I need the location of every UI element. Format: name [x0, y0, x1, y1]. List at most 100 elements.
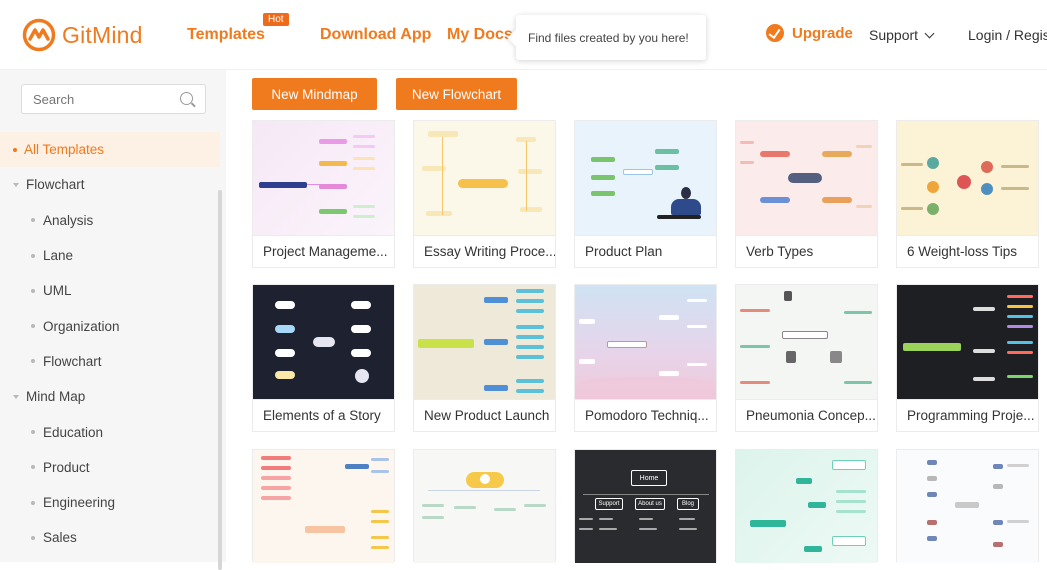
- template-title: Essay Writing Proce...: [414, 235, 555, 267]
- sidebar-item-label: Analysis: [43, 212, 94, 228]
- gitmind-logo-icon: [22, 18, 56, 52]
- template-card[interactable]: [413, 449, 556, 563]
- bullet-icon: [31, 430, 35, 435]
- template-card[interactable]: Verb Types: [735, 120, 878, 268]
- upgrade-label: Upgrade: [792, 24, 853, 42]
- bullet-icon: [31, 500, 35, 505]
- template-thumbnail: [897, 121, 1038, 235]
- template-card[interactable]: Elements of a Story: [252, 284, 395, 432]
- sidebar-item-organization[interactable]: Organization: [0, 308, 220, 343]
- template-card[interactable]: 6 Weight-loss Tips: [896, 120, 1039, 268]
- gitmind-logo[interactable]: GitMind: [22, 18, 143, 52]
- template-title: Project Manageme...: [253, 235, 394, 267]
- sidebar-item-all-templates[interactable]: All Templates: [0, 132, 220, 168]
- sidebar-item-label: Organization: [43, 318, 120, 334]
- sidebar-item-flowchart-group[interactable]: Flowchart: [0, 167, 220, 202]
- sidebar-item-label: Flowchart: [26, 177, 85, 193]
- category-tree: All Templates Flowchart Analysis Lane UM…: [0, 132, 220, 556]
- support-label: Support: [869, 27, 919, 43]
- template-card[interactable]: Essay Writing Proce...: [413, 120, 556, 268]
- bullet-icon: [31, 465, 35, 470]
- template-thumbnail: Home Support About us Blog: [575, 450, 716, 563]
- template-card[interactable]: Pomodoro Techniq...: [574, 284, 717, 432]
- login-register-link[interactable]: Login / Registe: [968, 27, 1047, 43]
- search-icon[interactable]: [180, 92, 193, 105]
- template-card[interactable]: New Product Launch: [413, 284, 556, 432]
- bullet-icon: [31, 288, 35, 293]
- nav-my-docs[interactable]: My Docs: [447, 26, 513, 44]
- chevron-down-icon: [924, 28, 935, 38]
- search-input[interactable]: [33, 85, 183, 113]
- template-card[interactable]: Pneumonia Concep...: [735, 284, 878, 432]
- thumb-blog-node: Blog: [677, 498, 699, 510]
- new-mindmap-label: New Mindmap: [271, 86, 358, 102]
- sidebar-item-label: Mind Map: [26, 389, 86, 405]
- sidebar-item-flowchart[interactable]: Flowchart: [0, 344, 220, 379]
- sidebar-item-engineering[interactable]: Engineering: [0, 485, 220, 520]
- new-mindmap-button[interactable]: New Mindmap: [252, 78, 377, 110]
- template-thumbnail: [253, 450, 394, 563]
- new-flowchart-button[interactable]: New Flowchart: [396, 78, 517, 110]
- template-card[interactable]: Home Support About us Blog: [574, 449, 717, 563]
- bullet-icon: [31, 253, 35, 258]
- tooltip-text: Find files created by you here!: [528, 30, 689, 45]
- thumb-home-node: Home: [631, 470, 667, 486]
- template-card[interactable]: [252, 449, 395, 563]
- sidebar-item-education[interactable]: Education: [0, 414, 220, 449]
- template-title: Elements of a Story: [253, 399, 394, 431]
- sidebar-item-uml[interactable]: UML: [0, 273, 220, 308]
- sidebar-item-label: Engineering: [43, 495, 116, 511]
- sidebar: All Templates Flowchart Analysis Lane UM…: [0, 70, 226, 570]
- template-thumbnail: [253, 285, 394, 399]
- template-title: Verb Types: [736, 235, 877, 267]
- sidebar-item-mind-map-group[interactable]: Mind Map: [0, 379, 220, 414]
- bullet-icon: [31, 359, 35, 364]
- template-title: Pneumonia Concep...: [736, 399, 877, 431]
- bullet-icon: [31, 535, 35, 540]
- top-header: GitMind Templates Hot Download App My Do…: [0, 0, 1047, 70]
- search-box[interactable]: [21, 84, 206, 114]
- bullet-icon: [13, 147, 17, 152]
- new-flowchart-label: New Flowchart: [411, 86, 502, 102]
- template-thumbnail: [414, 285, 555, 399]
- template-thumbnail: [736, 450, 877, 563]
- template-title: Product Plan: [575, 235, 716, 267]
- sidebar-scrollbar[interactable]: [218, 190, 222, 570]
- sidebar-item-label: All Templates: [24, 142, 105, 158]
- caret-down-icon: [13, 394, 19, 399]
- bullet-icon: [31, 218, 35, 223]
- my-docs-tooltip: Find files created by you here!: [516, 15, 706, 60]
- caret-down-icon: [13, 182, 19, 187]
- template-card[interactable]: [896, 449, 1039, 563]
- sidebar-item-label: Product: [43, 459, 90, 475]
- upgrade-check-icon: [766, 24, 784, 42]
- sidebar-item-label: Education: [43, 424, 104, 440]
- template-thumbnail: [414, 121, 555, 235]
- template-thumbnail: [736, 285, 877, 399]
- template-thumbnail: [253, 121, 394, 235]
- template-card[interactable]: Product Plan: [574, 120, 717, 268]
- support-menu[interactable]: Support: [869, 27, 935, 43]
- template-title: New Product Launch: [414, 399, 555, 431]
- template-title: Programming Proje...: [897, 399, 1038, 431]
- sidebar-item-analysis[interactable]: Analysis: [0, 203, 220, 238]
- sidebar-item-label: Sales: [43, 530, 77, 546]
- template-card[interactable]: [735, 449, 878, 563]
- sidebar-item-lane[interactable]: Lane: [0, 238, 220, 273]
- upgrade-button[interactable]: Upgrade: [766, 24, 853, 42]
- nav-templates[interactable]: Templates: [187, 26, 265, 44]
- template-thumbnail: [575, 121, 716, 235]
- template-title: 6 Weight-loss Tips: [897, 235, 1038, 267]
- sidebar-item-label: UML: [43, 283, 72, 299]
- template-card[interactable]: Programming Proje...: [896, 284, 1039, 432]
- nav-download-app[interactable]: Download App: [320, 26, 431, 44]
- sidebar-item-label: Flowchart: [43, 353, 102, 369]
- template-thumbnail: [736, 121, 877, 235]
- template-thumbnail: [897, 285, 1038, 399]
- template-thumbnail: [897, 450, 1038, 563]
- sidebar-item-sales[interactable]: Sales: [0, 520, 220, 555]
- sidebar-item-product[interactable]: Product: [0, 450, 220, 485]
- template-card[interactable]: Project Manageme...: [252, 120, 395, 268]
- template-thumbnail: [414, 450, 555, 563]
- template-thumbnail: [575, 285, 716, 399]
